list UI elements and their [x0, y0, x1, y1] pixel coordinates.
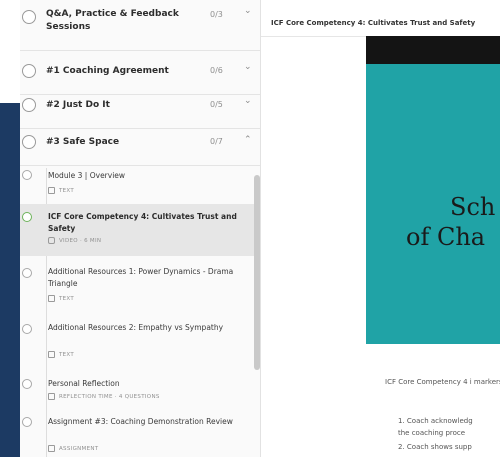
content-list-item: 1. Coach acknowledg [398, 417, 473, 425]
section-count: 0/6 [210, 66, 223, 75]
content-intro: ICF Core Competency 4 i markers: [385, 378, 500, 386]
lesson-meta: TEXT [48, 187, 74, 194]
lesson-meta: TEXT [48, 295, 74, 302]
lesson-title: Assignment #3: Coaching Demonstration Re… [48, 417, 233, 426]
document-icon [48, 393, 55, 400]
lesson-meta: VIDEO · 6 MIN [48, 237, 101, 244]
section-title: #1 Coaching Agreement [46, 66, 169, 76]
lesson-header: ICF Core Competency 4: Cultivates Trust … [261, 0, 500, 37]
chevron-down-icon[interactable]: ⌄ [244, 62, 252, 72]
lesson-item[interactable]: Assignment #3: Coaching Demonstration Re… [20, 412, 254, 457]
lesson-item[interactable]: Personal Reflection REFLECTION TIME · 4 … [20, 374, 254, 408]
lesson-title: Module 3 | Overview [48, 171, 126, 180]
content-list-item: the coaching proce [398, 429, 466, 437]
chevron-down-icon[interactable]: ⌄ [244, 96, 252, 106]
content-list-item: 2. Coach shows supp [398, 443, 472, 451]
circle-icon [22, 98, 36, 112]
section-title: Q&A, Practice & Feedback Sessions [46, 9, 179, 32]
circle-icon [22, 135, 36, 149]
section-safe-space[interactable]: #3 Safe Space 0/7 ⌃ [20, 121, 260, 166]
section-count: 0/7 [210, 137, 223, 146]
section-title: #2 Just Do It [46, 100, 110, 110]
circle-icon [22, 10, 36, 24]
video-title-line-2: of Cha [406, 223, 486, 251]
video-icon [48, 237, 55, 244]
circle-icon [22, 212, 32, 222]
lesson-title: Personal Reflection [48, 379, 120, 388]
lesson-content: ICF Core Competency 4 i markers: 1. Coac… [366, 344, 500, 457]
document-icon [48, 187, 55, 194]
chevron-down-icon[interactable]: ⌄ [244, 6, 252, 16]
background-band [0, 103, 20, 457]
lesson-meta: TEXT [48, 351, 74, 358]
lesson-item[interactable]: Module 3 | Overview TEXT [20, 166, 254, 202]
circle-icon [22, 64, 36, 78]
document-icon [48, 295, 55, 302]
lesson-item[interactable]: Additional Resources 1: Power Dynamics -… [20, 262, 254, 310]
sidebar-scrollbar[interactable] [254, 175, 260, 370]
lesson-item[interactable]: Additional Resources 2: Empathy vs Sympa… [20, 318, 254, 366]
lesson-item-active[interactable]: ICF Core Competency 4: Cultivates Trust … [20, 204, 254, 256]
course-sidebar: Q&A, Practice & Feedback Sessions 0/3 ⌄ … [20, 0, 261, 457]
circle-icon [22, 268, 32, 278]
circle-icon [22, 324, 32, 334]
lesson-title: Additional Resources 1: Power Dynamics -… [48, 267, 234, 288]
chevron-up-icon[interactable]: ⌃ [244, 135, 252, 145]
section-title: #3 Safe Space [46, 137, 120, 147]
document-icon [48, 351, 55, 358]
lesson-meta: REFLECTION TIME · 4 QUESTIONS [48, 393, 160, 400]
video-player[interactable]: Sch of Cha [366, 36, 500, 353]
section-qa-practice[interactable]: Q&A, Practice & Feedback Sessions 0/3 ⌄ [20, 0, 260, 51]
circle-icon [22, 379, 32, 389]
section-count: 0/5 [210, 100, 223, 109]
lesson-title: ICF Core Competency 4: Cultivates Trust … [48, 212, 237, 233]
circle-icon [22, 417, 32, 427]
video-title-line-1: Sch [450, 193, 496, 221]
circle-icon [22, 170, 32, 180]
lesson-header-title: ICF Core Competency 4: Cultivates Trust … [271, 19, 476, 27]
lesson-title: Additional Resources 2: Empathy vs Sympa… [48, 323, 224, 332]
lesson-meta: ASSIGNMENT [48, 445, 98, 452]
section-count: 0/3 [210, 10, 223, 19]
document-icon [48, 445, 55, 452]
